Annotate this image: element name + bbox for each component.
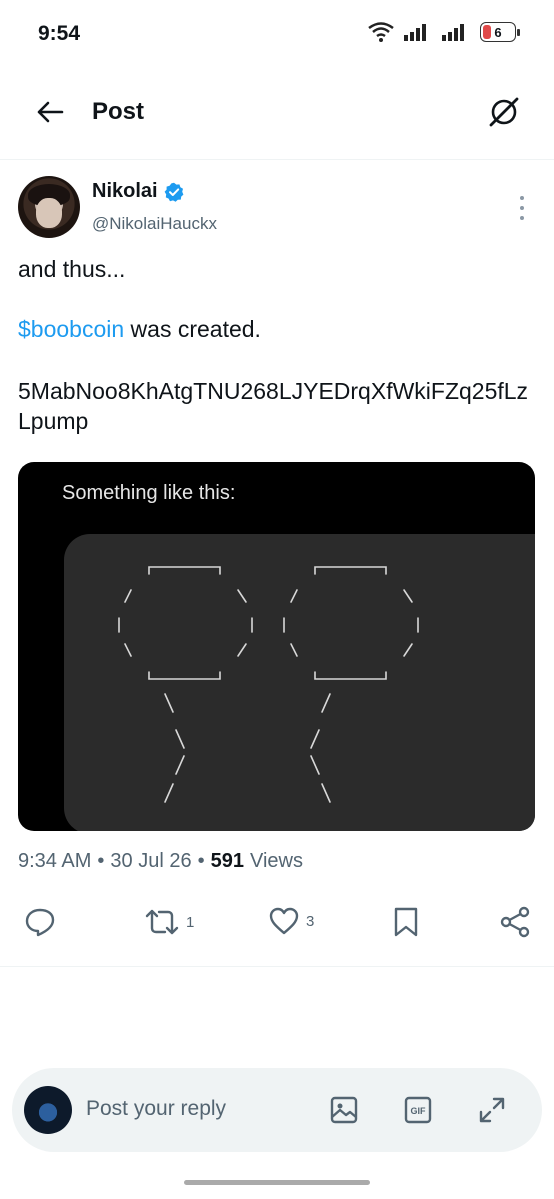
like-icon [269, 907, 299, 935]
post-header: Post [0, 70, 554, 152]
repost-count: 1 [186, 913, 195, 931]
battery-level: 6 [494, 24, 502, 40]
bookmark-icon [394, 907, 418, 937]
status-bar: 9:54 6 [0, 0, 554, 70]
signal-icon [404, 24, 426, 41]
tweet-text-line-3: 5MabNoo8KhAtgTNU268LJYEDrqXfWkiFZq25fLzL… [18, 378, 529, 434]
back-arrow-icon [37, 101, 64, 123]
verified-badge-icon [164, 182, 183, 202]
share-icon [500, 906, 530, 938]
display-name[interactable]: Nikolai [92, 180, 158, 203]
tweet-text-line-1: and thus... [18, 256, 126, 282]
reply-button[interactable] [24, 906, 56, 938]
add-image-button[interactable] [328, 1094, 360, 1126]
user-handle[interactable]: @NikolaiHauckx [92, 214, 217, 234]
repost-button[interactable]: 1 [144, 906, 194, 938]
more-icon-dot [520, 206, 524, 210]
share-button[interactable] [498, 906, 532, 938]
action-bar: 1 3 [0, 900, 554, 950]
tweet-meta: 9:34 AM • 30 Jul 26 • 591 Views [18, 850, 303, 873]
actions-divider [0, 966, 554, 967]
avatar-face [36, 198, 62, 228]
ascii-art-drawing [118, 566, 419, 803]
gif-icon: GIF [404, 1096, 432, 1124]
more-icon [520, 196, 524, 200]
tweet-date: 30 Jul 26 [110, 850, 192, 872]
views-count: 591 [210, 850, 244, 872]
cashtag-link[interactable]: $boobcoin [18, 316, 124, 342]
grok-icon [489, 97, 519, 127]
reply-avatar [24, 1086, 72, 1134]
signal-icon-2 [442, 24, 464, 41]
status-icons: 6 [368, 22, 520, 42]
svg-text:GIF: GIF [411, 1106, 427, 1116]
wifi-icon [368, 22, 394, 42]
bookmark-button[interactable] [392, 906, 420, 938]
image-icon [330, 1096, 358, 1124]
repost-icon [145, 909, 179, 935]
reply-input[interactable]: Post your reply [86, 1097, 226, 1121]
media-image[interactable]: Something like this: [18, 462, 535, 831]
back-button[interactable] [32, 94, 68, 130]
status-time: 9:54 [38, 22, 81, 45]
meta-separator: • [197, 850, 205, 872]
avatar[interactable] [18, 176, 80, 238]
battery-indicator: 6 [480, 22, 520, 42]
tweet-time: 9:34 AM [18, 850, 92, 872]
header-divider [0, 159, 554, 160]
like-count: 3 [306, 912, 315, 930]
expand-icon [479, 1097, 505, 1123]
grok-button[interactable] [484, 92, 524, 132]
add-gif-button[interactable]: GIF [402, 1094, 434, 1126]
tweet-text-line-2-rest: was created. [124, 316, 261, 342]
page-title: Post [92, 98, 145, 125]
home-indicator[interactable] [184, 1180, 370, 1185]
reply-composer[interactable]: Post your reply GIF [12, 1068, 542, 1152]
meta-separator: • [97, 850, 105, 872]
more-options-button[interactable] [512, 196, 532, 220]
reply-icon [25, 908, 55, 937]
like-button[interactable]: 3 [268, 906, 314, 936]
more-icon-dot [520, 216, 524, 220]
expand-composer-button[interactable] [476, 1094, 508, 1126]
tweet-text-line-2: $boobcoin was created. [18, 314, 538, 344]
views-label: Views [249, 850, 303, 872]
author-name-row[interactable]: Nikolai [92, 180, 184, 203]
